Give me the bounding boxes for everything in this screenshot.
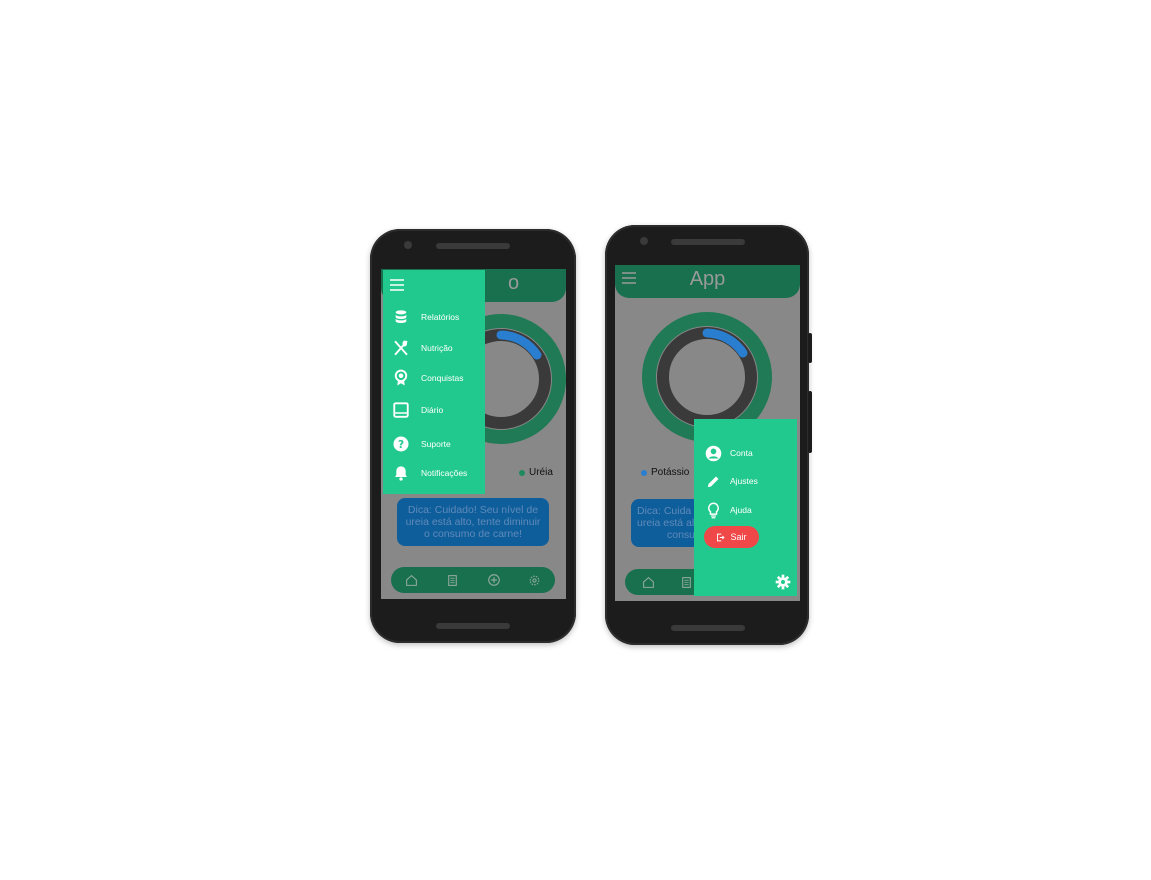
drawer-item-label: Notificações bbox=[421, 468, 468, 478]
lightbulb-icon bbox=[704, 501, 722, 519]
logout-label: Sair bbox=[730, 532, 747, 542]
power-button bbox=[808, 333, 812, 363]
legend-label: Uréia bbox=[529, 467, 553, 478]
settings-item-label: Ajuda bbox=[730, 505, 752, 515]
bottom-grille bbox=[671, 625, 745, 631]
tip-text: Dica: Cuidado! Seu nível de ureia está a… bbox=[405, 504, 541, 540]
drawer-item-label: Nutrição bbox=[421, 343, 453, 353]
document-icon[interactable] bbox=[679, 575, 693, 589]
drawer-item-relatorios[interactable]: Relatórios bbox=[383, 305, 485, 329]
drawer-item-suporte[interactable]: ? Suporte bbox=[383, 432, 485, 456]
award-icon bbox=[392, 369, 410, 387]
logout-icon bbox=[717, 533, 726, 541]
drawer-item-notificacoes[interactable]: Notificações bbox=[383, 461, 485, 485]
app-header: App bbox=[615, 265, 800, 298]
earpiece bbox=[671, 239, 745, 245]
side-drawer: Relatórios Nutrição Conquistas Diário ? … bbox=[383, 270, 485, 494]
settings-item-label: Conta bbox=[730, 448, 753, 458]
settings-item-conta[interactable]: Conta bbox=[694, 443, 797, 463]
volume-button bbox=[808, 391, 812, 453]
app-title: App bbox=[689, 268, 726, 290]
screen-left: o Uréia Dica: Cuidado! Seu nível de urei… bbox=[381, 269, 566, 599]
phone-left: o Uréia Dica: Cuidado! Seu nível de urei… bbox=[370, 229, 576, 643]
drawer-item-nutricao[interactable]: Nutrição bbox=[383, 336, 485, 360]
document-icon[interactable] bbox=[446, 573, 460, 587]
account-icon bbox=[704, 444, 722, 462]
gear-icon[interactable] bbox=[775, 574, 791, 590]
front-camera bbox=[640, 237, 648, 245]
hamburger-icon[interactable] bbox=[390, 278, 404, 291]
drawer-item-label: Relatórios bbox=[421, 312, 460, 322]
settings-panel: Conta Ajustes Ajuda Sair bbox=[694, 419, 797, 596]
pencil-icon bbox=[704, 472, 722, 490]
home-icon[interactable] bbox=[405, 573, 419, 587]
front-camera bbox=[404, 241, 412, 249]
utensils-icon bbox=[392, 339, 410, 357]
legend-dot bbox=[641, 469, 647, 476]
drawer-item-label: Conquistas bbox=[421, 373, 464, 383]
settings-item-label: Ajustes bbox=[730, 476, 758, 486]
logout-button[interactable]: Sair bbox=[704, 526, 759, 548]
svg-text:?: ? bbox=[398, 439, 404, 451]
settings-icon[interactable] bbox=[528, 573, 542, 587]
database-icon bbox=[392, 308, 410, 326]
book-icon bbox=[392, 401, 410, 419]
drawer-item-label: Diário bbox=[421, 405, 444, 415]
settings-item-ajustes[interactable]: Ajustes bbox=[694, 471, 797, 491]
legend-ureia: Uréia bbox=[519, 467, 553, 478]
legend-potassio: Potássio bbox=[641, 467, 689, 478]
drawer-item-diario[interactable]: Diário bbox=[383, 398, 485, 422]
bottom-grille bbox=[436, 623, 510, 629]
home-icon[interactable] bbox=[641, 575, 655, 589]
phone-right: App Potássio Dica: Cuida ureia está alt … bbox=[605, 225, 812, 645]
settings-item-ajuda[interactable]: Ajuda bbox=[694, 500, 797, 520]
bottom-nav bbox=[391, 567, 555, 593]
help-icon: ? bbox=[392, 435, 410, 453]
drawer-item-label: Suporte bbox=[421, 439, 451, 449]
add-icon[interactable] bbox=[487, 573, 501, 587]
screen-right: App Potássio Dica: Cuida ureia está alt … bbox=[615, 265, 800, 601]
legend-dot bbox=[519, 469, 525, 476]
earpiece bbox=[436, 243, 510, 249]
legend-label: Potássio bbox=[651, 467, 690, 478]
drawer-item-conquistas[interactable]: Conquistas bbox=[383, 366, 485, 390]
tip-card: Dica: Cuidado! Seu nível de ureia está a… bbox=[397, 498, 549, 546]
bell-icon bbox=[392, 464, 410, 482]
